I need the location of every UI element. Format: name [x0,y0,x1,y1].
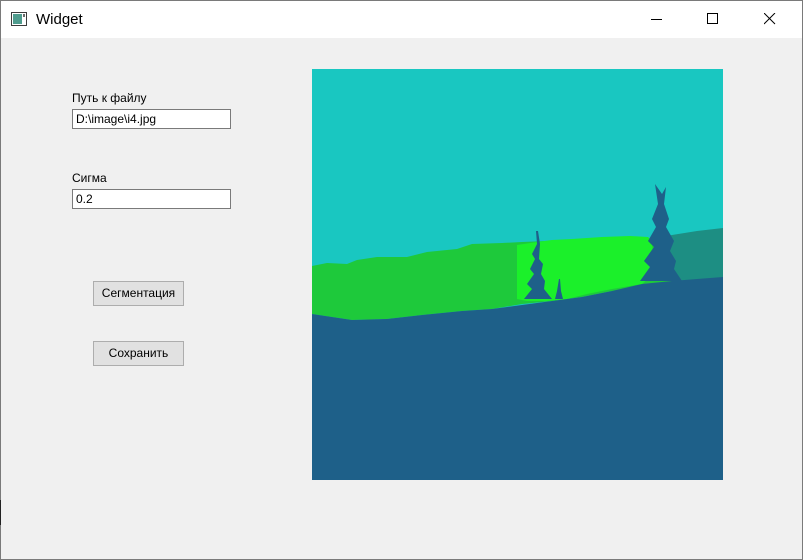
segmented-image [312,69,723,480]
window-edge-shadow [0,500,1,525]
maximize-icon [707,13,718,24]
window-app-icon [11,12,27,26]
sigma-input[interactable] [72,189,231,209]
title-bar[interactable]: Widget [1,1,802,38]
window-title: Widget [36,11,83,28]
save-button[interactable]: Сохранить [93,341,184,366]
close-button[interactable] [747,1,793,38]
minimize-button[interactable] [634,1,680,38]
segmented-image-view [312,69,723,480]
file-path-input[interactable] [72,109,231,129]
maximize-button[interactable] [690,1,736,38]
segmentation-button[interactable]: Сегментация [93,281,184,306]
sigma-label: Сигма [72,171,107,185]
minimize-icon [651,19,662,20]
close-icon [764,13,776,25]
file-path-label: Путь к файлу [72,91,147,105]
app-window: Widget Путь к файлу Сигма Сегментация Со… [0,0,803,560]
